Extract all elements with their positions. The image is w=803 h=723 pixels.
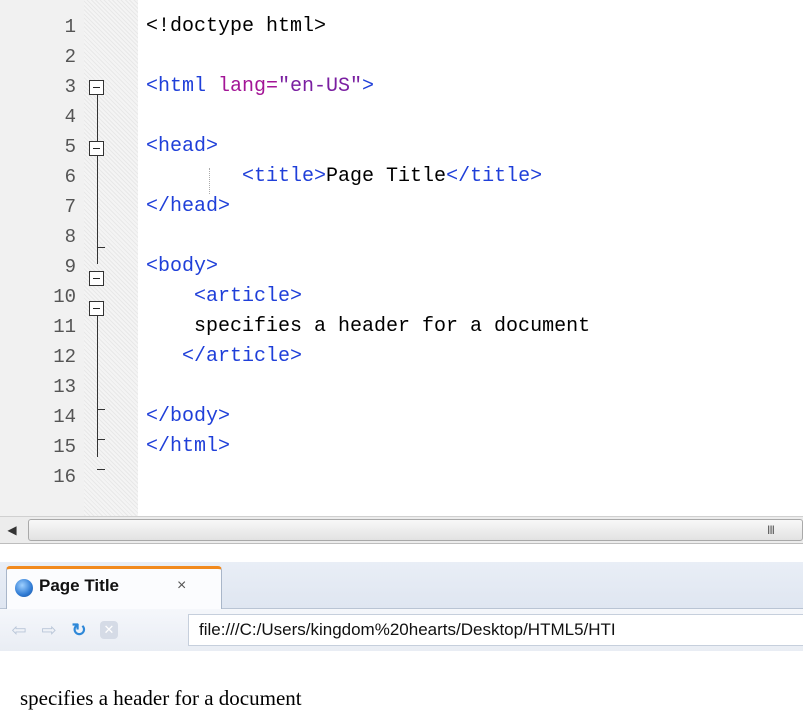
code-line[interactable]: 12 </article> [0, 342, 803, 372]
code-token: <article> [146, 285, 303, 308]
fold-end-tick [97, 439, 105, 440]
line-number: 15 [53, 436, 76, 458]
line-number: 5 [64, 136, 76, 158]
scroll-left-arrow-icon[interactable]: ◀ [0, 517, 24, 543]
code-token: <head> [146, 135, 219, 158]
line-number: 7 [64, 196, 76, 218]
code-token: <title> [146, 165, 327, 188]
code-line[interactable]: 13 [0, 372, 803, 402]
line-number: 12 [53, 346, 76, 368]
code-text: </head> [146, 192, 230, 222]
line-number: 3 [64, 76, 76, 98]
code-token: </html> [146, 435, 231, 458]
code-line[interactable]: 4 [0, 102, 803, 132]
code-text: <article> [146, 282, 302, 312]
browser-navigation-bar: ⇦ ⇨ ↻ ✕ file:///C:/Users/kingdom%20heart… [0, 609, 803, 652]
fold-end-tick [97, 469, 105, 470]
code-token: </head> [146, 195, 231, 218]
code-token: Page Title [326, 165, 447, 188]
browser-tab-bar: Page Title × [0, 562, 803, 609]
back-arrow-icon[interactable]: ⇦ [8, 619, 30, 641]
code-line[interactable]: 14 </body> [0, 402, 803, 432]
address-bar[interactable]: file:///C:/Users/kingdom%20hearts/Deskto… [188, 614, 803, 646]
code-token: <!doctype html> [146, 15, 327, 38]
code-text: <!doctype html> [146, 12, 326, 42]
code-token: </article> [146, 345, 303, 368]
code-line[interactable]: 10 <article> [0, 282, 803, 312]
line-number: 2 [64, 46, 76, 68]
code-line[interactable]: 3 <html lang="en-US"> [0, 72, 803, 102]
fold-toggle-body-icon[interactable] [89, 271, 104, 286]
line-number: 10 [53, 286, 76, 308]
fold-toggle-article-icon[interactable] [89, 301, 104, 316]
code-text: </body> [146, 402, 230, 432]
tab-page-title[interactable]: Page Title × [6, 566, 222, 609]
code-token: "en-US" [278, 75, 363, 98]
code-token: <html [146, 75, 219, 98]
code-line[interactable]: 2 [0, 42, 803, 72]
code-line[interactable]: 1 <!doctype html> [0, 12, 803, 42]
line-number: 16 [53, 466, 76, 488]
code-line[interactable]: 5 <head> [0, 132, 803, 162]
line-number: 9 [64, 256, 76, 278]
code-line[interactable]: 11 specifies a header for a document [0, 312, 803, 342]
line-number: 8 [64, 226, 76, 248]
forward-arrow-icon[interactable]: ⇨ [38, 619, 60, 641]
fold-line [97, 316, 98, 457]
tab-label: Page Title [39, 576, 119, 595]
rendered-page: specifies a header for a document [0, 651, 803, 723]
page-body-text: specifies a header for a document [20, 686, 302, 710]
line-number: 4 [64, 106, 76, 128]
line-number: 14 [53, 406, 76, 428]
code-text: </html> [146, 432, 230, 462]
code-token: </title> [446, 165, 543, 188]
code-token: </body> [146, 405, 231, 428]
code-line[interactable]: 8 [0, 222, 803, 252]
indent-guide [209, 168, 210, 194]
code-line[interactable]: 7 </head> [0, 192, 803, 222]
fold-end-tick [97, 409, 105, 410]
code-text: <head> [146, 132, 218, 162]
code-text: specifies a header for a document [146, 312, 590, 342]
code-token: specifies a header for a document [146, 315, 591, 338]
fold-end-tick [97, 247, 105, 248]
code-text: <html lang="en-US"> [146, 72, 374, 102]
line-number: 13 [53, 376, 76, 398]
scroll-thumb[interactable]: III [28, 519, 803, 541]
globe-icon [15, 579, 33, 597]
address-url: file:///C:/Users/kingdom%20hearts/Deskto… [199, 620, 616, 639]
code-text: <title>Page Title</title> [146, 162, 542, 192]
close-tab-icon[interactable]: × [177, 577, 186, 595]
code-line[interactable]: 15 </html> [0, 432, 803, 462]
code-text: </article> [146, 342, 302, 372]
fold-toggle-head-icon[interactable] [89, 141, 104, 156]
code-token: <body> [146, 255, 219, 278]
reload-icon[interactable]: ↻ [68, 619, 90, 641]
line-number: 1 [64, 16, 76, 38]
fold-toggle-html-icon[interactable] [89, 80, 104, 95]
code-text: <body> [146, 252, 218, 282]
code-token: > [362, 75, 375, 98]
code-token: lang= [218, 75, 279, 98]
code-line[interactable]: 16 [0, 462, 803, 492]
line-number: 6 [64, 166, 76, 188]
code-line[interactable]: 9 <body> [0, 252, 803, 282]
code-line[interactable]: 6 <title>Page Title</title> [0, 162, 803, 192]
line-number: 11 [53, 316, 76, 338]
horizontal-scrollbar[interactable]: ◀ III [0, 516, 803, 544]
browser-top-gap [0, 544, 803, 562]
stop-icon[interactable]: ✕ [100, 621, 118, 639]
scroll-grip-icon: III [766, 523, 775, 537]
code-editor[interactable]: 1 <!doctype html> 2 3 <html lang="en-US"> 4 5 <… [0, 0, 803, 516]
